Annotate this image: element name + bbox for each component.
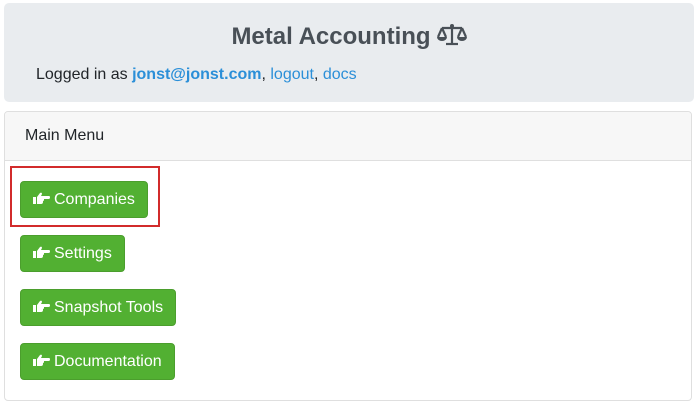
main-menu-title: Main Menu (5, 112, 691, 161)
logged-in-prefix: Logged in as (36, 66, 133, 83)
button-label: Snapshot Tools (54, 299, 164, 316)
app-title: Metal Accounting (4, 23, 694, 54)
login-status: Logged in as jonst@jonst.com, logout, do… (36, 66, 357, 84)
page-header: Metal Accounting Logged in as jonst@jons… (4, 3, 694, 102)
separator: , (313, 66, 319, 83)
hand-point-right-icon (33, 345, 50, 380)
hand-point-right-icon (33, 291, 50, 326)
docs-link[interactable]: docs (323, 66, 357, 83)
button-label: Settings (54, 245, 112, 262)
app-title-text: Metal Accounting (231, 23, 431, 50)
button-label: Documentation (54, 353, 162, 370)
hand-point-right-icon (33, 237, 50, 272)
separator: , (261, 66, 266, 83)
highlight-box (10, 166, 160, 227)
logout-link[interactable]: logout (270, 66, 314, 83)
scale-balance-icon (436, 23, 467, 54)
snapshot-tools-button[interactable]: Snapshot Tools (20, 289, 177, 326)
settings-button[interactable]: Settings (20, 235, 125, 272)
user-email: jonst@jonst.com (132, 66, 262, 83)
documentation-button[interactable]: Documentation (20, 343, 175, 380)
